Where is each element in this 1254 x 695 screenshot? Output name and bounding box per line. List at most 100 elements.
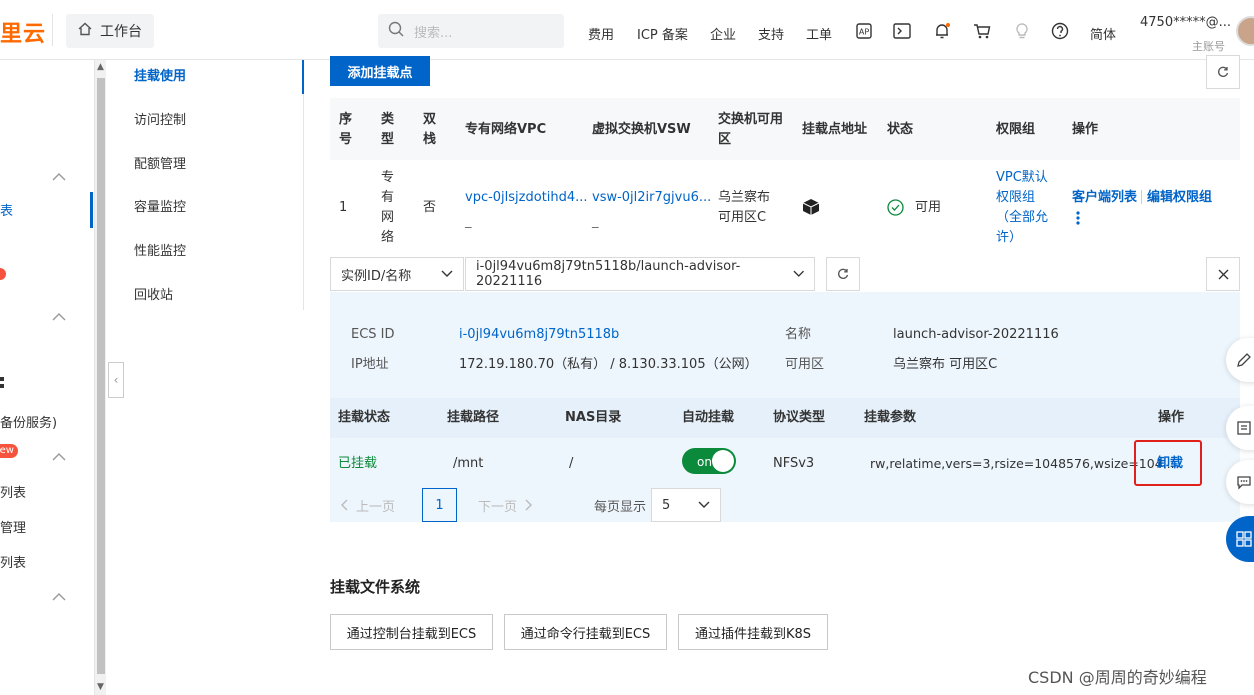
cart-icon[interactable] xyxy=(972,21,992,41)
mount-via-plugin-button[interactable]: 通过插件挂载到K8S xyxy=(678,614,828,650)
next-page-label: 下一页 xyxy=(478,499,518,515)
nav-enterprise[interactable]: 企业 xyxy=(710,24,736,43)
row-status: 可用 xyxy=(915,200,942,215)
col-protocol: 协议类型 xyxy=(773,410,826,425)
refresh-button[interactable] xyxy=(1206,55,1240,89)
client-list-link[interactable]: 客户端列表 xyxy=(1072,188,1137,208)
row-index: 1 xyxy=(339,200,348,215)
col-nas-dir: NAS目录 xyxy=(565,410,622,425)
mount-status: 已挂载 xyxy=(338,456,378,471)
scroll-down-icon[interactable]: ▼ xyxy=(97,682,104,692)
nas-dir: / xyxy=(569,456,574,471)
nav-icp[interactable]: ICP 备案 xyxy=(637,24,688,43)
chevron-right-icon xyxy=(525,499,533,511)
help-icon[interactable] xyxy=(1050,21,1070,41)
per-page-select[interactable]: 5 xyxy=(651,488,721,522)
row-vsw-link[interactable]: vsw-0jl2ir7gjvu6... xyxy=(592,188,711,208)
mount-filesystem-title: 挂载文件系统 xyxy=(330,578,421,596)
row-dual-stack: 否 xyxy=(423,200,437,215)
notification-badge xyxy=(0,268,6,280)
search-icon xyxy=(388,21,404,41)
page-1-button[interactable]: 1 xyxy=(422,488,457,522)
add-mount-point-button[interactable]: 添加挂载点 xyxy=(330,56,430,86)
account-name[interactable]: 4750*****@... xyxy=(1140,15,1231,30)
edit-permission-group-link[interactable]: 编辑权限组 xyxy=(1147,188,1212,208)
subnav-performance-monitor[interactable]: 性能监控 xyxy=(134,240,186,259)
search-box[interactable]: 搜索... xyxy=(378,14,564,48)
nav-support[interactable]: 支持 xyxy=(758,24,784,43)
subnav-recycle-bin[interactable]: 回收站 xyxy=(134,284,173,303)
instance-refresh-button[interactable] xyxy=(826,257,860,291)
row-permission-group-link[interactable]: VPC默认权限组（全部允许） xyxy=(996,168,1052,248)
mount-params: rw,relatime,vers=3,rsize=1048576,wsize=1… xyxy=(870,456,1175,471)
chevron-down-icon xyxy=(441,270,453,277)
new-badge: ew xyxy=(0,444,18,458)
row-vsw-sub: _ xyxy=(592,214,599,229)
ecs-id-label: ECS ID xyxy=(351,327,395,342)
bulb-icon[interactable] xyxy=(1012,21,1032,41)
close-button[interactable] xyxy=(1206,257,1240,291)
col-mount-path: 挂载路径 xyxy=(447,410,500,425)
mount-via-cli-button[interactable]: 通过命令行挂载到ECS xyxy=(504,614,667,650)
zone-label: 可用区 xyxy=(785,357,825,372)
workbench-button[interactable]: 工作台 xyxy=(66,14,154,48)
instance-filter-label: 实例ID/名称 xyxy=(341,268,412,284)
watermark: CSDN @周周的奇妙编程 xyxy=(1028,668,1207,687)
left-nav-item[interactable]: 列表 xyxy=(0,482,26,501)
prev-page-label: 上一页 xyxy=(356,499,396,515)
col-mount-address: 挂载点地址 xyxy=(802,122,868,137)
cloudshell-icon[interactable]: AP xyxy=(854,21,874,41)
left-nav-item[interactable]: 列表 xyxy=(0,552,26,571)
col-mount-actions: 操作 xyxy=(1158,410,1185,425)
chevron-up-icon[interactable] xyxy=(52,450,66,465)
left-nav-item-active[interactable]: 表 xyxy=(0,200,13,219)
scroll-up-icon[interactable]: ▲ xyxy=(97,62,104,72)
chevron-up-icon[interactable] xyxy=(52,310,66,325)
col-status: 状态 xyxy=(887,122,914,137)
chevron-down-icon xyxy=(698,501,710,508)
scrollbar-thumb[interactable] xyxy=(97,78,105,674)
chevron-up-icon[interactable] xyxy=(52,590,66,605)
toggle-knob[interactable] xyxy=(712,450,734,472)
col-mount-params: 挂载参数 xyxy=(864,410,917,425)
floating-apps-button[interactable] xyxy=(1226,516,1254,562)
collapse-sidebar-button[interactable]: ‹ xyxy=(108,362,124,398)
left-nav: 表 备份服务) ew 列表 管理 列表 xyxy=(0,60,94,695)
toggle-label: on xyxy=(697,455,712,469)
prev-page-button[interactable]: 上一页 xyxy=(340,488,395,522)
col-index: 序号 xyxy=(339,112,353,147)
left-nav-item[interactable]: 管理 xyxy=(0,517,26,536)
chevron-up-icon[interactable] xyxy=(52,170,66,185)
mount-via-console-button[interactable]: 通过控制台挂载到ECS xyxy=(330,614,493,650)
subnav-quota[interactable]: 配额管理 xyxy=(134,153,186,172)
ecs-id-link[interactable]: i-0jl94vu6m8j79tn5118b xyxy=(459,325,619,345)
col-permission-group: 权限组 xyxy=(996,122,1036,137)
brand-logo[interactable]: 里云 xyxy=(0,16,46,48)
more-vertical-icon[interactable] xyxy=(1076,211,1080,229)
terminal-icon[interactable] xyxy=(892,21,912,41)
col-mount-status: 挂载状态 xyxy=(338,410,391,425)
subnav-capacity-monitor[interactable]: 容量监控 xyxy=(134,196,186,215)
language-switch[interactable]: 简体 xyxy=(1090,24,1116,43)
zone-value: 乌兰察布 可用区C xyxy=(893,357,998,372)
subnav-access-control[interactable]: 访问控制 xyxy=(134,109,186,128)
nav-ticket[interactable]: 工单 xyxy=(806,24,832,43)
refresh-icon xyxy=(1218,66,1229,77)
instance-filter-select[interactable]: 实例ID/名称 xyxy=(330,257,464,291)
row-type: 专有网络 xyxy=(381,170,395,245)
subnav-mount-usage[interactable]: 挂载使用 xyxy=(134,65,186,84)
instance-select[interactable]: i-0jl94vu6m8j79tn5118b/launch-advisor-20… xyxy=(465,257,815,291)
col-type: 类型 xyxy=(381,112,395,147)
left-nav-item[interactable]: 备份服务) xyxy=(0,412,57,431)
nav-fees[interactable]: 费用 xyxy=(588,24,614,43)
avatar[interactable] xyxy=(1236,16,1254,46)
bell-icon[interactable] xyxy=(932,21,952,41)
subnav-active-indicator xyxy=(302,60,304,94)
col-auto-mount: 自动挂载 xyxy=(682,410,735,425)
row-vpc-link[interactable]: vpc-0jlsjzdotihd4... xyxy=(465,188,588,208)
left-nav-scrollbar[interactable]: ▲ ▼ xyxy=(94,60,106,695)
ip-label: IP地址 xyxy=(351,357,389,372)
instance-select-value: i-0jl94vu6m8j79tn5118b/launch-advisor-20… xyxy=(476,259,741,289)
mount-address-icon[interactable] xyxy=(802,198,820,220)
next-page-button[interactable]: 下一页 xyxy=(478,488,533,522)
